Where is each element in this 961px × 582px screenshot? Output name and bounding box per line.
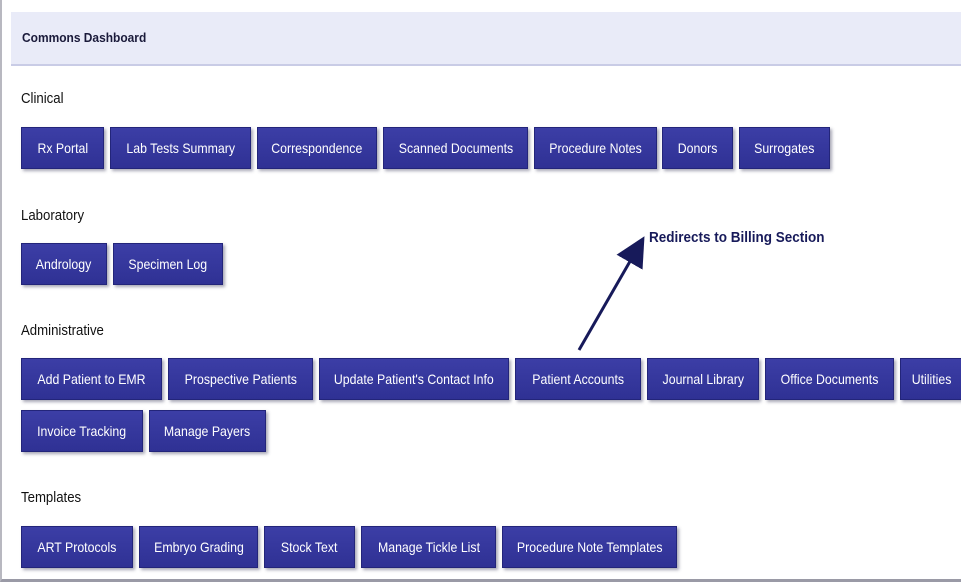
specimen-log-label: Specimen Log (128, 256, 208, 272)
specimen-log-button[interactable]: Specimen Log (113, 243, 223, 285)
scanned-documents-button[interactable]: Scanned Documents (383, 127, 528, 169)
rx-portal-label: Rx Portal (37, 140, 88, 156)
section-title-clinical: Clinical (21, 90, 64, 107)
procedure-notes-button[interactable]: Procedure Notes (534, 127, 657, 169)
dashboard-frame: Commons Dashboard Clinical Rx Portal Lab… (0, 0, 961, 582)
embryo-grading-button[interactable]: Embryo Grading (139, 526, 258, 568)
stock-text-button[interactable]: Stock Text (264, 526, 355, 568)
donors-label: Donors (677, 140, 718, 156)
procedure-note-templates-button[interactable]: Procedure Note Templates (502, 526, 677, 568)
section-title-administrative: Administrative (21, 322, 104, 339)
section-title-laboratory: Laboratory (21, 207, 85, 224)
embryo-grading-label: Embryo Grading (153, 539, 244, 555)
journal-library-label: Journal Library (662, 371, 744, 387)
procedure-notes-label: Procedure Notes (549, 140, 642, 156)
surrogates-button[interactable]: Surrogates (739, 127, 830, 169)
stock-text-label: Stock Text (281, 539, 338, 555)
andrology-label: Andrology (36, 256, 92, 272)
art-protocols-button[interactable]: ART Protocols (21, 526, 133, 568)
manage-payers-label: Manage Payers (164, 423, 251, 439)
donors-button[interactable]: Donors (662, 127, 733, 169)
update-contact-info-label: Update Patient's Contact Info (334, 371, 494, 387)
surrogates-label: Surrogates (754, 140, 815, 156)
prospective-patients-button[interactable]: Prospective Patients (168, 358, 313, 400)
page-title: Commons Dashboard (22, 30, 147, 45)
section-title-templates: Templates (21, 489, 82, 506)
manage-tickle-list-label: Manage Tickle List (377, 539, 480, 555)
manage-tickle-list-button[interactable]: Manage Tickle List (361, 526, 496, 568)
procedure-note-templates-label: Procedure Note Templates (516, 539, 663, 555)
utilities-button[interactable]: Utilities (900, 358, 961, 400)
annotation-arrow-icon (577, 236, 645, 351)
add-patient-to-emr-label: Add Patient to EMR (37, 371, 146, 387)
office-documents-label: Office Documents (780, 371, 879, 387)
utilities-label: Utilities (911, 371, 952, 387)
scanned-documents-label: Scanned Documents (398, 140, 513, 156)
invoice-tracking-label: Invoice Tracking (37, 423, 127, 439)
patient-accounts-button[interactable]: Patient Accounts (515, 358, 641, 400)
manage-payers-button[interactable]: Manage Payers (149, 410, 266, 452)
patient-accounts-label: Patient Accounts (532, 371, 624, 387)
update-contact-info-button[interactable]: Update Patient's Contact Info (319, 358, 509, 400)
art-protocols-label: ART Protocols (37, 539, 117, 555)
lab-tests-summary-label: Lab Tests Summary (126, 140, 235, 156)
office-documents-button[interactable]: Office Documents (765, 358, 894, 400)
prospective-patients-label: Prospective Patients (184, 371, 297, 387)
invoice-tracking-button[interactable]: Invoice Tracking (21, 410, 143, 452)
journal-library-button[interactable]: Journal Library (647, 358, 759, 400)
correspondence-button[interactable]: Correspondence (257, 127, 377, 169)
correspondence-label: Correspondence (271, 140, 363, 156)
lab-tests-summary-button[interactable]: Lab Tests Summary (110, 127, 251, 169)
rx-portal-button[interactable]: Rx Portal (21, 127, 104, 169)
add-patient-to-emr-button[interactable]: Add Patient to EMR (21, 358, 162, 400)
andrology-button[interactable]: Andrology (21, 243, 107, 285)
dashboard-header: Commons Dashboard (11, 12, 961, 66)
annotation-text: Redirects to Billing Section (649, 229, 825, 246)
